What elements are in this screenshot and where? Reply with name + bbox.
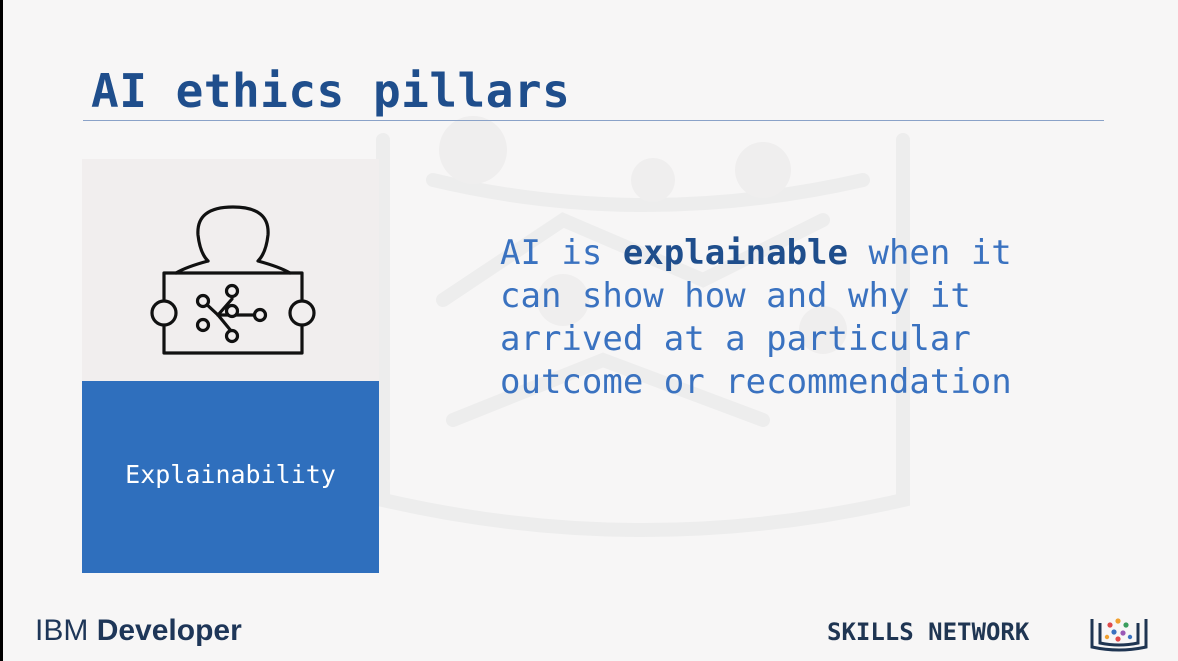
skills-network-label: SKILLS NETWORK (827, 618, 1030, 646)
ibm-brand-first: IBM (35, 614, 89, 647)
description-keyword: explainable (622, 233, 848, 273)
page-title: AI ethics pillars (91, 64, 571, 118)
title-divider (83, 120, 1104, 121)
skills-network-book-icon (1090, 618, 1148, 652)
description-lead: AI is (500, 233, 623, 273)
pillar-description: AI is explainable when it can show how a… (500, 232, 1060, 404)
ibm-developer-logo: IBM Developer (35, 611, 242, 651)
person-with-network-board-icon (150, 205, 316, 355)
pillar-card-icon-area (82, 159, 379, 381)
slide: AI ethics pillars Explainability AI is e… (3, 0, 1178, 661)
pillar-card: Explainability (82, 159, 379, 573)
pillar-label: Explainability (125, 460, 336, 489)
ibm-brand-second: Developer (96, 614, 242, 647)
